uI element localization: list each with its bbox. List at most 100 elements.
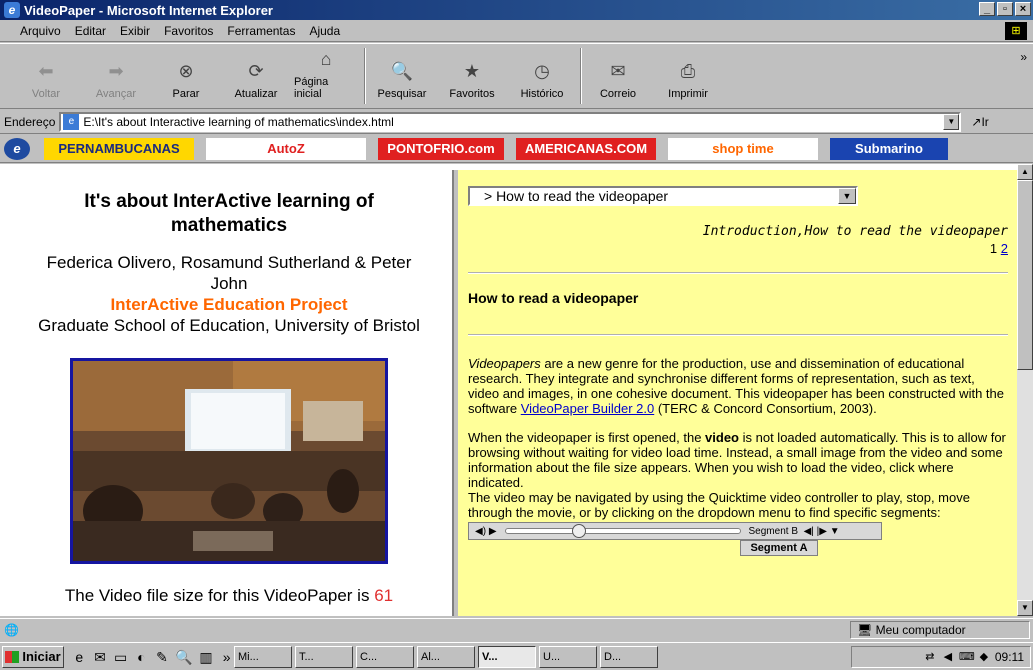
link-americanas[interactable]: AMERICANAS.COM [516, 137, 656, 160]
chart-icon[interactable]: ▥ [199, 648, 214, 666]
pagination: 1 2 [468, 241, 1008, 256]
authors: Federica Olivero, Rosamund Sutherland & … [46, 253, 412, 293]
back-button[interactable]: ⬅ Voltar [14, 44, 78, 106]
breadcrumb: Introduction,How to read the videopaper [702, 224, 1008, 239]
minimize-button[interactable]: _ [979, 2, 995, 16]
step-forward-icon[interactable]: |▶ [817, 526, 827, 537]
start-button[interactable]: Iniciar [2, 645, 64, 668]
paper-title: It's about InterActive learning of mathe… [84, 191, 374, 236]
chevron-down-icon[interactable]: ▼ [838, 188, 856, 204]
toolbar-separator [364, 48, 366, 104]
task-u[interactable]: U... [539, 645, 597, 668]
file-size-number: 61 [374, 586, 394, 605]
favorites-icon: ★ [463, 60, 481, 81]
classroom-image [73, 361, 385, 561]
print-button[interactable]: ⎙ Imprimir [656, 44, 720, 106]
menu-ajuda[interactable]: Ajuda [309, 24, 340, 38]
toolbar-overflow-icon[interactable]: » [1020, 50, 1027, 64]
link-shoptime[interactable]: shop time [668, 137, 818, 160]
link-submarino[interactable]: Submarino [830, 137, 948, 160]
window-title: VideoPaper - Microsoft Internet Explorer [24, 2, 273, 18]
address-bar: Endereço e E:\It's about Interactive lea… [0, 110, 1033, 134]
restore-button[interactable]: ▫ [997, 2, 1013, 16]
institution: Graduate School of Education, University… [38, 316, 420, 335]
scroll-up-icon[interactable]: ▲ [1017, 164, 1033, 180]
stop-icon: ⊗ [178, 60, 194, 81]
toolbar-separator [580, 48, 582, 104]
page-current: 1 [989, 241, 998, 256]
scroll-down-icon[interactable]: ▼ [1017, 600, 1033, 616]
history-button[interactable]: ◷ Histórico [510, 44, 574, 106]
menu-favoritos[interactable]: Favoritos [164, 24, 213, 38]
close-button[interactable]: × [1015, 2, 1031, 16]
desktop-icon[interactable]: ▭ [113, 648, 128, 666]
quick-launch: e ✉ ▭ ◐ ✎ 🔍 ▥ » [64, 646, 234, 668]
search-button[interactable]: 🔍 Pesquisar [370, 44, 434, 106]
paragraph-navigation: The video may be navigated by using the … [468, 490, 970, 520]
menu-arquivo[interactable]: Arquivo [20, 24, 61, 38]
video-scrubber[interactable] [504, 524, 741, 538]
favorites-button[interactable]: ★ Favoritos [440, 44, 504, 106]
printer-icon: ⎙ [680, 60, 696, 81]
link-pontofrio[interactable]: PONTOFRIO.com [378, 137, 504, 160]
volume-icon[interactable]: ◀) [475, 526, 486, 537]
play-icon[interactable]: ▶ [489, 526, 497, 537]
video-thumbnail[interactable] [70, 358, 388, 564]
toolbar: ⬅ Voltar ➡ Avançar ⊗ Parar ⟳ Atualizar ⌂… [0, 43, 1033, 109]
address-label: Endereço [4, 114, 56, 129]
mail-button[interactable]: ✉ Correio [586, 44, 650, 106]
scroll-thumb[interactable] [1017, 180, 1033, 370]
media-icon[interactable]: ◐ [134, 648, 149, 666]
ie-quicklaunch-icon[interactable]: e [72, 648, 87, 666]
speaker-icon[interactable]: ◀ [941, 650, 955, 664]
vertical-scrollbar[interactable]: ▲ ▼ [1017, 164, 1033, 616]
menu-exibir[interactable]: Exibir [120, 24, 150, 38]
refresh-button[interactable]: ⟳ Atualizar [224, 44, 288, 106]
forward-button[interactable]: ➡ Avançar [84, 44, 148, 106]
task-d[interactable]: D... [600, 645, 658, 668]
task-videopaper[interactable]: V... [478, 645, 536, 668]
page-link-2[interactable]: 2 [1001, 241, 1008, 256]
task-al[interactable]: Al... [417, 645, 475, 668]
outlook-icon[interactable]: ✉ [93, 648, 108, 666]
status-page-icon: 🌐 [4, 622, 19, 637]
segment-dropdown-icon[interactable]: ▼ [830, 526, 840, 537]
title-bar: e VideoPaper - Microsoft Internet Explor… [0, 0, 1033, 20]
search-icon: 🔍 [390, 60, 414, 81]
antivirus-icon[interactable]: ◆ [977, 650, 991, 664]
segment-menu-item[interactable]: Segment A [740, 540, 818, 556]
search-icon[interactable]: 🔍 [175, 648, 192, 666]
step-back-icon[interactable]: ◀| [804, 526, 814, 537]
menu-editar[interactable]: Editar [75, 24, 106, 38]
task-c[interactable]: C... [356, 645, 414, 668]
ie-logo-icon: e [4, 137, 30, 160]
clock: 09:11 [994, 650, 1024, 664]
forward-arrow-icon: ➡ [108, 60, 124, 81]
task-mi[interactable]: Mi... [234, 645, 292, 668]
link-autoz[interactable]: AutoZ [206, 137, 366, 160]
system-tray: ⇄ ◀ ⌨ ◆ 09:11 [851, 646, 1031, 668]
divider-line [468, 334, 1008, 336]
keyboard-icon[interactable]: ⌨ [959, 650, 975, 664]
section-select[interactable]: > How to read the videopaper ▼ [468, 186, 858, 206]
section-title: How to read a videopaper [468, 290, 639, 306]
file-size-info: The Video file size for this VideoPaper … [64, 586, 394, 605]
scrubber-knob[interactable] [571, 524, 586, 538]
stop-button[interactable]: ⊗ Parar [154, 44, 218, 106]
links-bar: e PERNAMBUCANAS AutoZ PONTOFRIO.com AMER… [0, 135, 1033, 163]
overflow-icon[interactable]: » [219, 648, 234, 666]
divider-line [468, 272, 1008, 274]
address-dropdown-button[interactable]: ▼ [943, 113, 960, 130]
paint-icon[interactable]: ✎ [155, 648, 170, 666]
network-icon[interactable]: ⇄ [923, 650, 937, 664]
link-pernambucanas[interactable]: PERNAMBUCANAS [44, 137, 194, 160]
quicktime-controller[interactable]: ◀) ▶ Segment B ◀| |▶ ▼ [468, 522, 882, 540]
section-select-value: > How to read the videopaper [484, 188, 669, 204]
task-t[interactable]: T... [295, 645, 353, 668]
address-input[interactable]: e E:\It's about Interactive learning of … [59, 111, 962, 132]
home-button[interactable]: ⌂ Página inicial [294, 44, 358, 106]
menu-ferramentas[interactable]: Ferramentas [227, 24, 295, 38]
windows-flag-icon [5, 650, 20, 663]
go-button[interactable]: ↗Ir [971, 115, 988, 129]
videopaper-builder-link[interactable]: VideoPaper Builder 2.0 [521, 401, 654, 416]
